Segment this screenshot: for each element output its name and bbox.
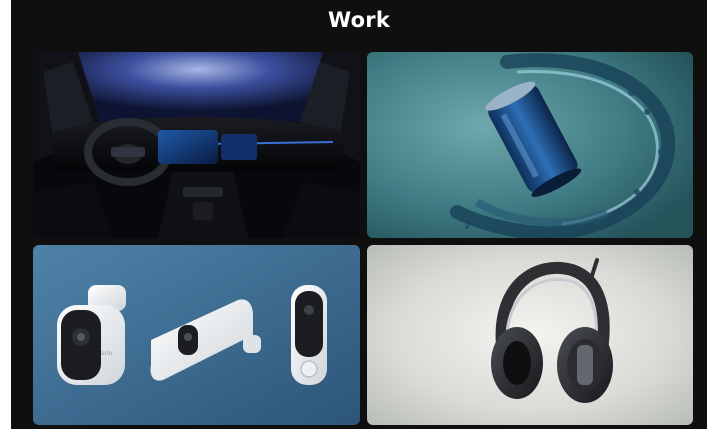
gallery-item-headset[interactable] bbox=[367, 245, 693, 425]
can-splash-image bbox=[367, 52, 693, 238]
gallery-item-security-cameras[interactable]: arlo bbox=[33, 245, 360, 425]
svg-text:arlo: arlo bbox=[101, 350, 113, 357]
security-cameras-image: arlo bbox=[33, 245, 360, 425]
page-title: Work bbox=[328, 8, 390, 32]
gallery-item-car-interior[interactable] bbox=[33, 52, 360, 238]
work-gallery-frame: Work arlo bbox=[11, 0, 707, 429]
gallery-item-can-splash[interactable] bbox=[367, 52, 693, 238]
car-interior-image bbox=[33, 52, 360, 238]
headset-image bbox=[367, 245, 693, 425]
